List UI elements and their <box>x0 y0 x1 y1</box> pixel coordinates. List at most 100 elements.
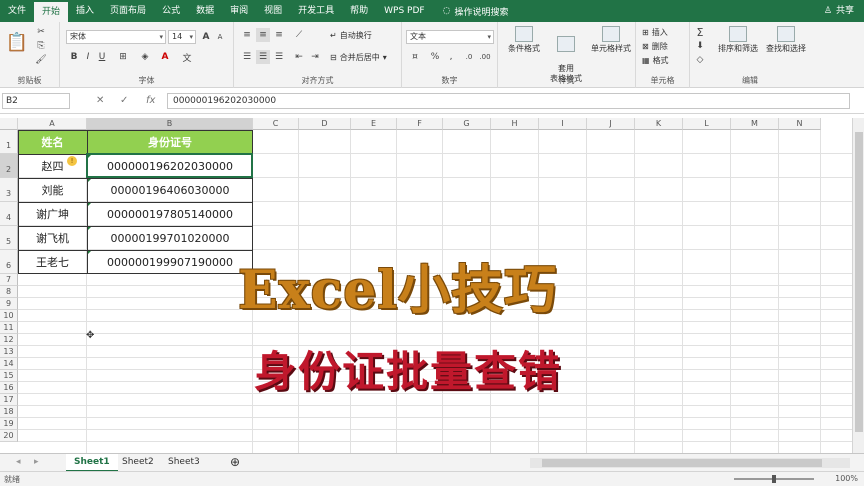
orientation-icon[interactable]: ⟋ <box>292 28 306 42</box>
column-header[interactable]: B <box>87 118 253 130</box>
outdent-icon[interactable]: ⇥ <box>308 50 322 64</box>
warning-icon[interactable]: ! <box>67 156 77 166</box>
row-header[interactable]: 9 <box>0 298 18 310</box>
underline-button[interactable]: U <box>96 50 108 64</box>
table-cell[interactable]: 谢广坤 <box>18 202 87 226</box>
next-sheet-icon[interactable]: ▸ <box>26 454 47 472</box>
table-cell[interactable]: 刘能 <box>18 178 87 202</box>
row-header[interactable]: 2 <box>0 154 18 178</box>
clear-icon[interactable]: ◇ <box>694 54 706 66</box>
sheet-tab[interactable]: Sheet3 <box>160 454 208 472</box>
fill-color-icon[interactable]: ◈ <box>138 50 152 64</box>
column-header[interactable]: A <box>18 118 87 130</box>
insert-function-button[interactable]: fx <box>146 93 155 109</box>
shrink-font-button[interactable]: A <box>214 30 226 44</box>
font-size-select[interactable]: 14 ▾ <box>168 30 196 44</box>
table-cell[interactable]: 000000199907190000 <box>87 250 253 274</box>
cut-icon[interactable]: ✂ <box>34 26 48 38</box>
column-header[interactable]: C <box>253 118 299 130</box>
menu-tab[interactable]: 帮助 <box>342 0 376 22</box>
row-header[interactable]: 8 <box>0 286 18 298</box>
bold-button[interactable]: B <box>68 50 80 64</box>
row-header[interactable]: 10 <box>0 310 18 322</box>
sheet-tab[interactable]: Sheet2 <box>114 454 162 472</box>
tell-me-search[interactable]: ◌ 操作说明搜索 <box>433 5 509 18</box>
menu-tab[interactable]: 开发工具 <box>290 0 342 22</box>
menu-tab[interactable]: 开始 <box>34 2 69 22</box>
table-cell[interactable]: 王老七 <box>18 250 87 274</box>
comma-button[interactable]: , <box>444 50 458 64</box>
menu-tab[interactable]: 页面布局 <box>102 0 154 22</box>
menu-tab[interactable]: 视图 <box>256 0 290 22</box>
horizontal-scroll-thumb[interactable] <box>542 459 822 467</box>
align-right-icon[interactable]: ☰ <box>272 50 286 64</box>
row-header[interactable]: 7 <box>0 274 18 286</box>
format-cells-button[interactable]: ▦ 格式 <box>642 55 669 66</box>
column-header[interactable]: L <box>683 118 731 130</box>
fill-icon[interactable]: ⬇ <box>694 40 706 52</box>
insert-cells-button[interactable]: ⊞ 插入 <box>642 27 668 38</box>
align-bottom-icon[interactable]: ≡ <box>272 28 286 42</box>
row-header[interactable]: 11 <box>0 322 18 334</box>
row-header[interactable]: 14 <box>0 358 18 370</box>
column-header[interactable]: I <box>539 118 587 130</box>
row-header[interactable]: 12 <box>0 334 18 346</box>
copy-icon[interactable]: ⎘ <box>34 40 48 52</box>
column-header[interactable]: E <box>351 118 397 130</box>
autosum-icon[interactable]: Σ <box>694 26 706 39</box>
table-cell[interactable]: 00000196406030000 <box>87 178 253 202</box>
zoom-level[interactable]: 100% <box>835 474 858 483</box>
font-color-icon[interactable]: A <box>158 50 172 64</box>
column-header[interactable]: M <box>731 118 779 130</box>
conditional-format-button[interactable]: 条件格式 <box>502 26 546 54</box>
grow-font-button[interactable]: A <box>200 30 212 44</box>
menu-tab[interactable]: 审阅 <box>222 0 256 22</box>
column-header[interactable]: J <box>587 118 635 130</box>
align-middle-icon[interactable]: ≡ <box>256 28 270 42</box>
add-sheet-button[interactable]: ⊕ <box>222 454 248 472</box>
row-header[interactable]: 4 <box>0 202 18 226</box>
menu-tab[interactable]: 文件 <box>0 0 34 22</box>
column-header[interactable]: H <box>491 118 539 130</box>
column-header[interactable]: D <box>299 118 351 130</box>
wrap-text-button[interactable]: ↵ 自动换行 <box>330 30 372 41</box>
sheet-tab[interactable]: Sheet1 <box>66 454 118 472</box>
column-header[interactable]: F <box>397 118 443 130</box>
row-header[interactable]: 20 <box>0 430 18 442</box>
selected-cell[interactable] <box>86 153 253 178</box>
row-header[interactable]: 5 <box>0 226 18 250</box>
row-header[interactable]: 3 <box>0 178 18 202</box>
decrease-decimal-icon[interactable]: .00 <box>478 50 492 64</box>
sort-filter-button[interactable]: 排序和筛选 <box>714 26 762 54</box>
cancel-icon[interactable]: ✕ <box>96 93 104 109</box>
cell-styles-button[interactable]: 单元格样式 <box>586 26 636 54</box>
phonetic-icon[interactable]: 文 <box>180 50 194 64</box>
column-header[interactable]: G <box>443 118 491 130</box>
percent-button[interactable]: % <box>428 50 442 64</box>
share-button[interactable]: ♙ 共享 <box>824 0 854 22</box>
table-cell[interactable]: 赵四 <box>18 154 87 178</box>
format-painter-icon[interactable]: 🖌 <box>34 54 48 66</box>
row-header[interactable]: 6 <box>0 250 18 274</box>
number-format-select[interactable]: 文本 ▾ <box>406 30 494 44</box>
row-header[interactable]: 1 <box>0 130 18 154</box>
indent-icon[interactable]: ⇤ <box>292 50 306 64</box>
row-header[interactable]: 17 <box>0 394 18 406</box>
paste-icon[interactable]: 📋 <box>6 28 28 56</box>
vertical-scrollbar[interactable] <box>852 118 864 453</box>
enter-icon[interactable]: ✓ <box>120 93 128 109</box>
currency-icon[interactable]: ¤ <box>408 50 422 64</box>
font-name-select[interactable]: 宋体 ▾ <box>66 30 166 44</box>
row-header[interactable]: 13 <box>0 346 18 358</box>
merge-center-button[interactable]: ⊟ 合并后居中 ▾ <box>330 52 387 63</box>
row-header[interactable]: 18 <box>0 406 18 418</box>
select-all-corner[interactable] <box>0 118 18 130</box>
column-header[interactable]: N <box>779 118 821 130</box>
align-left-icon[interactable]: ☰ <box>240 50 254 64</box>
name-box[interactable]: B2 <box>2 93 70 109</box>
zoom-slider[interactable] <box>734 475 814 483</box>
align-center-icon[interactable]: ☰ <box>256 50 270 64</box>
formula-input[interactable]: 000000196202030000 <box>167 93 850 109</box>
increase-decimal-icon[interactable]: .0 <box>462 50 476 64</box>
find-select-button[interactable]: 查找和选择 <box>762 26 810 54</box>
